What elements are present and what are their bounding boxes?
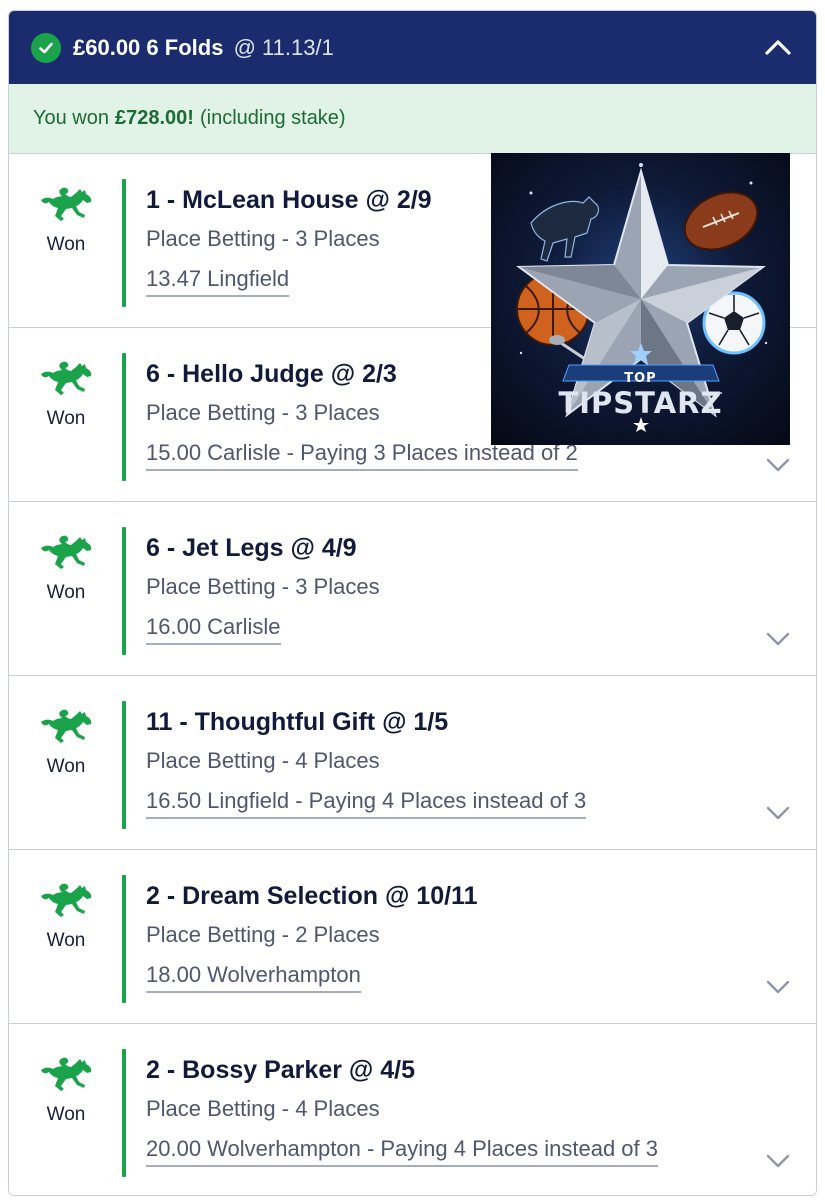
leg-status-bar xyxy=(122,353,126,481)
chevron-down-icon[interactable] xyxy=(764,975,792,999)
win-amount: £728.00! xyxy=(115,107,194,129)
leg-details: 6 - Jet Legs @ 4/9 Place Betting - 3 Pla… xyxy=(146,532,756,645)
bet-type: 6 Folds xyxy=(146,34,224,60)
bet-summary: £60.00 6 Folds @ 11.13/1 xyxy=(73,35,334,61)
leg-row[interactable]: Won 11 - Thoughtful Gift @ 1/5 Place Bet… xyxy=(9,676,816,850)
leg-market: Place Betting - 4 Places xyxy=(146,1096,380,1121)
leg-details: 2 - Bossy Parker @ 4/5 Place Betting - 4… xyxy=(146,1054,756,1167)
chevron-down-icon[interactable] xyxy=(764,627,792,651)
win-suffix: (including stake) xyxy=(199,107,346,129)
leg-status-bar xyxy=(122,701,126,829)
leg-market: Place Betting - 4 Places xyxy=(146,748,380,773)
leg-status-bar xyxy=(122,1049,126,1177)
leg-details: 2 - Dream Selection @ 10/11 Place Bettin… xyxy=(146,880,756,993)
promo-logo-top-text: TOP xyxy=(624,371,657,386)
chevron-down-icon[interactable] xyxy=(764,453,792,477)
leg-row[interactable]: Won 2 - Dream Selection @ 10/11 Place Be… xyxy=(9,850,816,1024)
leg-status-label: Won xyxy=(46,930,86,951)
leg-row[interactable]: Won 2 - Bossy Parker @ 4/5 Place Betting… xyxy=(9,1024,816,1195)
leg-status-label: Won xyxy=(46,756,86,777)
leg-event-link[interactable]: 20.00 Wolverhampton - Paying 4 Places in… xyxy=(146,1135,659,1167)
leg-details: 11 - Thoughtful Gift @ 1/5 Place Betting… xyxy=(146,706,756,819)
leg-event-link[interactable]: 16.50 Lingfield - Paying 4 Places instea… xyxy=(146,787,587,819)
leg-status: Won xyxy=(9,1024,123,1195)
leg-status: Won xyxy=(9,676,123,849)
leg-status-label: Won xyxy=(46,1104,86,1125)
bet-stake: £60.00 xyxy=(73,34,141,60)
chevron-down-icon[interactable] xyxy=(764,801,792,825)
leg-event-link[interactable]: 16.00 Carlisle xyxy=(146,613,281,645)
promo-logo-name: TIPSTARZ xyxy=(558,386,723,420)
check-circle-icon xyxy=(31,32,61,63)
leg-market: Place Betting - 2 Places xyxy=(146,922,380,947)
leg-selection: 11 - Thoughtful Gift @ 1/5 xyxy=(146,708,449,736)
horse-racing-icon xyxy=(39,709,93,748)
leg-status: Won xyxy=(9,502,123,675)
horse-racing-icon xyxy=(39,187,93,226)
leg-market: Place Betting - 3 Places xyxy=(146,574,380,599)
leg-status-bar xyxy=(122,179,126,307)
leg-event-link[interactable]: 13.47 Lingfield xyxy=(146,265,290,297)
horse-racing-icon xyxy=(39,1057,93,1096)
win-prefix: You won xyxy=(33,107,109,129)
leg-row[interactable]: Won 6 - Jet Legs @ 4/9 Place Betting - 3… xyxy=(9,502,816,676)
chevron-down-icon[interactable] xyxy=(764,1149,792,1173)
win-banner: You won £728.00! (including stake) xyxy=(9,84,816,154)
leg-status-bar xyxy=(122,875,126,1003)
leg-status: Won xyxy=(9,328,123,501)
leg-status-label: Won xyxy=(46,408,86,429)
bet-header[interactable]: £60.00 6 Folds @ 11.13/1 xyxy=(9,11,816,84)
leg-selection: 2 - Dream Selection @ 10/11 xyxy=(146,882,478,910)
chevron-up-icon[interactable] xyxy=(762,31,794,63)
horse-racing-icon xyxy=(39,535,93,574)
leg-status-bar xyxy=(122,527,126,655)
leg-status: Won xyxy=(9,154,123,327)
horse-racing-icon xyxy=(39,883,93,922)
leg-status: Won xyxy=(9,850,123,1023)
leg-status-label: Won xyxy=(46,234,86,255)
leg-event-link[interactable]: 18.00 Wolverhampton xyxy=(146,961,361,993)
leg-selection: 6 - Jet Legs @ 4/9 xyxy=(146,534,357,562)
leg-selection: 2 - Bossy Parker @ 4/5 xyxy=(146,1056,415,1084)
horse-racing-icon xyxy=(39,361,93,400)
bet-odds: @ 11.13/1 xyxy=(233,34,334,60)
promo-logo: TOP TIPSTARZ xyxy=(491,153,790,445)
leg-status-label: Won xyxy=(46,582,86,603)
